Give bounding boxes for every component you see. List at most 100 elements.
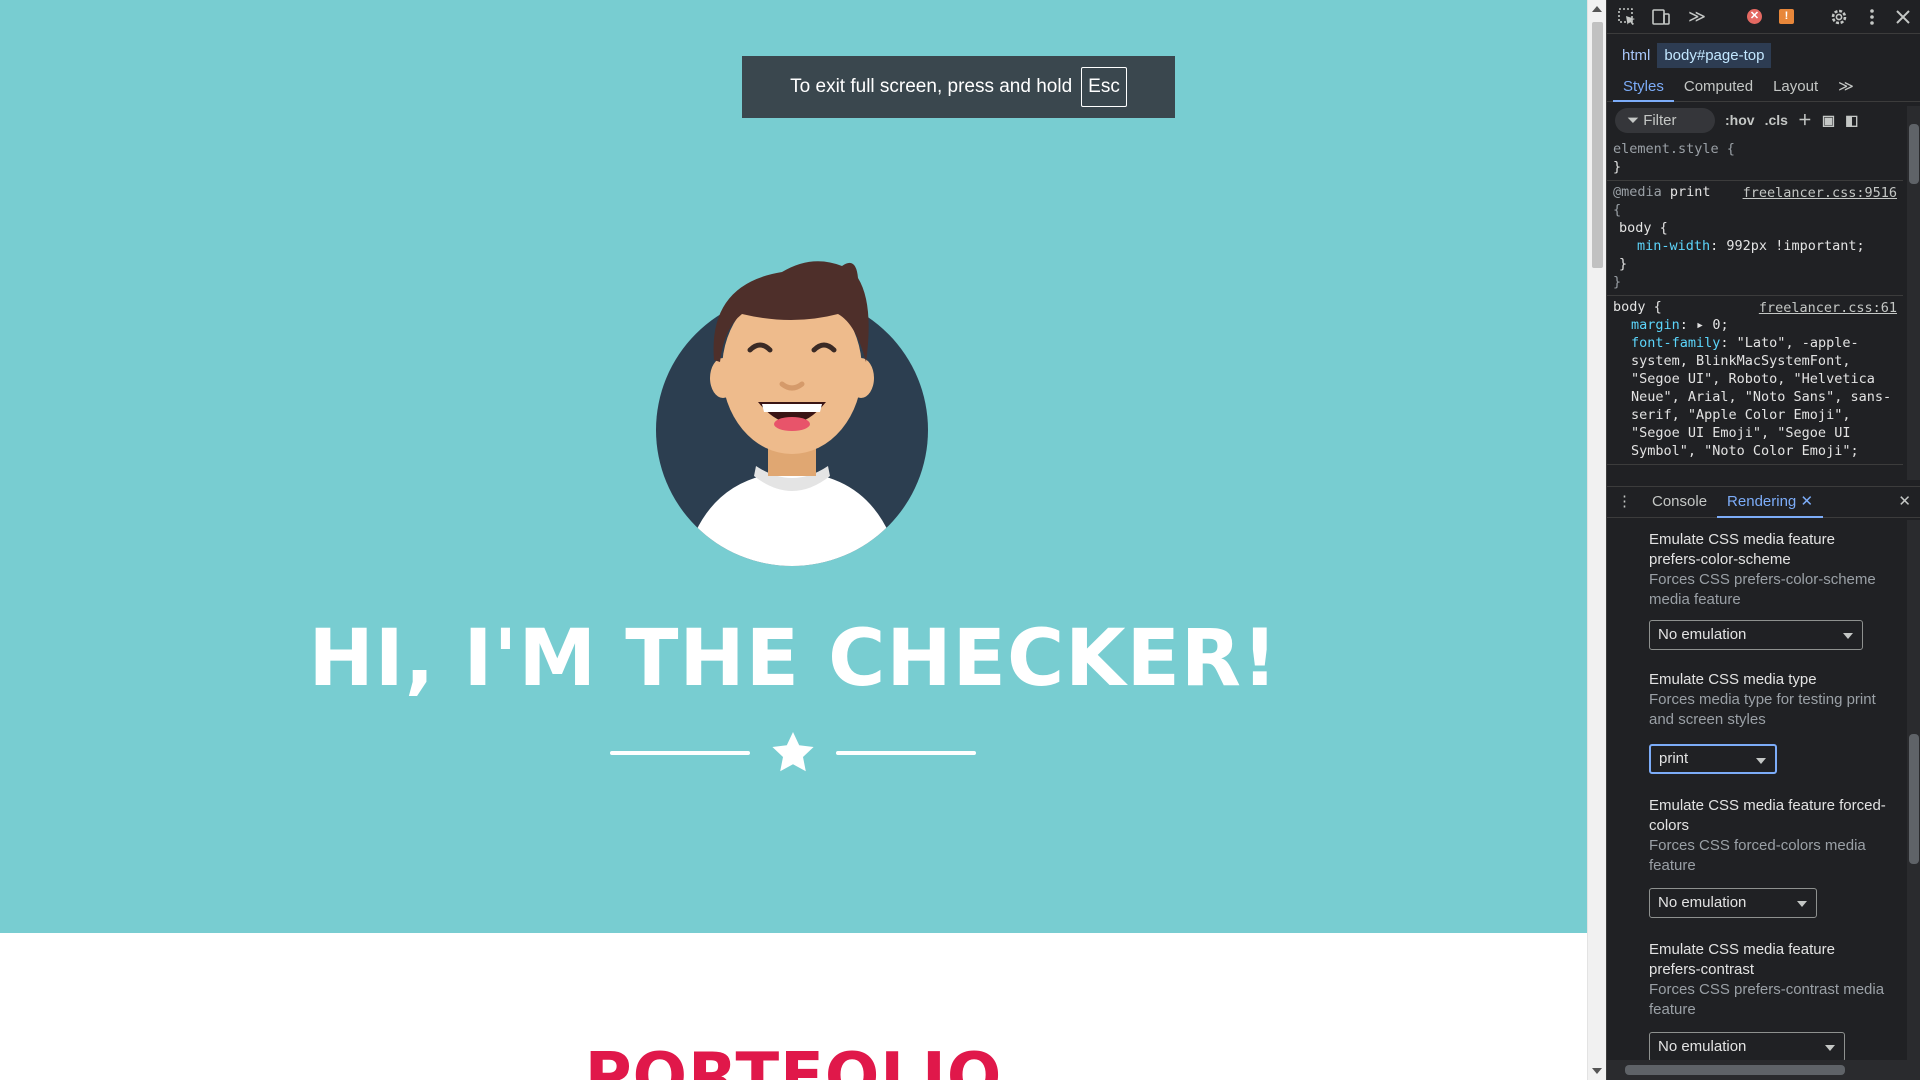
font-family-property[interactable]: font-family: [1631, 335, 1720, 351]
section-description: Forces CSS forced-colors media feature: [1649, 837, 1866, 874]
body-source-link[interactable]: freelancer.css:61: [1759, 299, 1897, 317]
media-open-brace: {: [1613, 202, 1622, 218]
device-toolbar-icon[interactable]: [1651, 7, 1671, 27]
section-title: Emulate CSS media feature forced-colors: [1649, 797, 1886, 834]
close-devtools-icon[interactable]: [1893, 7, 1913, 27]
prefers-contrast-select[interactable]: No emulation: [1649, 1032, 1845, 1062]
media-type-select[interactable]: print: [1649, 744, 1777, 774]
more-tabs-icon[interactable]: ≫: [1687, 7, 1707, 27]
section-description: Forces CSS prefers-color-scheme media fe…: [1649, 571, 1876, 608]
margin-value[interactable]: 0;: [1712, 317, 1728, 333]
close-tab-icon[interactable]: ✕: [1800, 493, 1813, 510]
star-divider: [610, 727, 976, 779]
forced-colors-section: Emulate CSS media feature forced-colors …: [1649, 796, 1889, 876]
media-print-rule[interactable]: @media print freelancer.css:9516 { body …: [1607, 181, 1903, 296]
filter-label: Filter: [1643, 111, 1677, 129]
media-close-brace: }: [1613, 274, 1622, 290]
body-rule[interactable]: body { freelancer.css:61 margin: ▸ 0; fo…: [1607, 296, 1903, 465]
tab-computed[interactable]: Computed: [1674, 72, 1763, 102]
chevron-down-icon: [1843, 633, 1853, 639]
elements-subtabs: Styles Computed Layout ≫: [1607, 72, 1920, 102]
warning-count-icon[interactable]: !: [1779, 9, 1794, 24]
media-source-link[interactable]: freelancer.css:9516: [1743, 184, 1897, 202]
section-description: Forces media type for testing print and …: [1649, 691, 1876, 728]
prefers-color-scheme-select[interactable]: No emulation: [1649, 620, 1863, 650]
page-viewport: To exit full screen, press and hold Esc …: [0, 0, 1587, 1080]
section-title: Emulate CSS media feature prefers-color-…: [1649, 531, 1835, 568]
chevron-down-icon: [1797, 901, 1807, 907]
filter-input[interactable]: ⏷ Filter: [1615, 107, 1715, 133]
horizontal-scrollbar[interactable]: [1607, 1060, 1920, 1080]
fullscreen-notice: To exit full screen, press and hold Esc: [742, 56, 1175, 118]
scroll-up-arrow-icon[interactable]: [1592, 6, 1602, 12]
media-body-selector: body {: [1619, 220, 1668, 236]
select-value: No emulation: [1658, 1038, 1747, 1055]
prefers-contrast-section: Emulate CSS media feature prefers-contra…: [1649, 940, 1889, 1020]
element-breadcrumb: html body#page-top: [1607, 40, 1772, 70]
hov-toggle[interactable]: :hov: [1725, 112, 1755, 128]
fullscreen-notice-text: To exit full screen, press and hold: [790, 76, 1073, 97]
margin-property[interactable]: margin: [1631, 317, 1680, 333]
tab-layout[interactable]: Layout: [1763, 72, 1828, 102]
element-style-rule[interactable]: element.style { }: [1607, 138, 1903, 181]
kebab-menu-icon[interactable]: [1862, 7, 1882, 27]
devtools-panel: ≫ ✕ ! html body#page-top Styles Computed…: [1606, 0, 1920, 1080]
styles-scrollbar-thumb[interactable]: [1909, 124, 1919, 184]
tab-rendering[interactable]: Rendering ✕: [1717, 486, 1824, 518]
devtools-toolbar: ≫ ✕ !: [1607, 0, 1920, 34]
media-type-section: Emulate CSS media type Forces media type…: [1649, 670, 1889, 730]
select-value: print: [1659, 750, 1689, 767]
rendering-panel: Emulate CSS media feature prefers-color-…: [1607, 520, 1907, 1068]
breadcrumb-html[interactable]: html: [1615, 43, 1657, 68]
styles-filter-bar: ⏷ Filter :hov .cls ＋ ▣ ◧: [1607, 106, 1907, 134]
inspect-element-icon[interactable]: [1617, 7, 1637, 27]
toggle-sidebar-icon[interactable]: ◧: [1845, 112, 1858, 129]
rendering-scrollbar-thumb[interactable]: [1909, 734, 1919, 864]
page-scrollbar[interactable]: [1587, 0, 1606, 1080]
expand-triangle-icon[interactable]: ▸: [1696, 317, 1704, 333]
error-count-icon[interactable]: ✕: [1747, 9, 1762, 24]
select-value: No emulation: [1658, 894, 1747, 911]
star-icon: [772, 732, 814, 772]
paint-icon[interactable]: ▣: [1822, 112, 1835, 129]
drawer-tabbar: ⋮ Console Rendering ✕ ✕: [1607, 486, 1920, 518]
settings-icon[interactable]: [1829, 7, 1849, 27]
section-description: Forces CSS prefers-contrast media featur…: [1649, 981, 1885, 1018]
styles-scrollbar[interactable]: [1907, 106, 1920, 480]
filter-icon: ⏷: [1627, 111, 1640, 129]
divider-line-right: [836, 751, 976, 755]
media-type: print: [1669, 184, 1711, 200]
media-at-keyword: @media: [1613, 184, 1662, 200]
section-title: Emulate CSS media type: [1649, 671, 1817, 688]
styles-pane: element.style { } @media print freelance…: [1607, 138, 1903, 482]
media-body-close: }: [1619, 256, 1628, 272]
portfolio-heading: PORTFOLIO: [584, 1040, 1003, 1080]
select-value: No emulation: [1658, 626, 1747, 643]
more-subtabs-icon[interactable]: ≫: [1828, 72, 1864, 102]
tab-styles[interactable]: Styles: [1613, 72, 1674, 102]
element-style-selector: element.style {: [1613, 141, 1735, 157]
hero-title: HI, I'M THE CHECKER!: [308, 614, 1279, 704]
section-title: Emulate CSS media feature prefers-contra…: [1649, 941, 1835, 978]
horizontal-scrollbar-thumb[interactable]: [1625, 1065, 1845, 1075]
page-scrollbar-thumb[interactable]: [1592, 22, 1603, 268]
font-family-value[interactable]: "Lato", -apple-system, BlinkMacSystemFon…: [1631, 335, 1891, 459]
tab-console[interactable]: Console: [1642, 486, 1717, 518]
new-rule-icon[interactable]: ＋: [1798, 110, 1812, 130]
drawer-menu-icon[interactable]: ⋮: [1607, 486, 1642, 518]
prefers-color-scheme-section: Emulate CSS media feature prefers-color-…: [1649, 530, 1889, 610]
breadcrumb-body[interactable]: body#page-top: [1657, 42, 1772, 68]
avatar: [656, 261, 928, 566]
close-drawer-icon[interactable]: ✕: [1888, 486, 1920, 518]
chevron-down-icon: [1825, 1045, 1835, 1051]
rendering-scrollbar[interactable]: [1907, 520, 1920, 1060]
min-width-property[interactable]: min-width: [1637, 238, 1710, 254]
scroll-down-arrow-icon[interactable]: [1592, 1068, 1602, 1074]
forced-colors-select[interactable]: No emulation: [1649, 888, 1817, 918]
esc-key-label: Esc: [1081, 67, 1127, 107]
masthead: To exit full screen, press and hold Esc …: [0, 0, 1587, 933]
divider-line-left: [610, 751, 750, 755]
chevron-down-icon: [1756, 758, 1766, 764]
cls-toggle[interactable]: .cls: [1765, 112, 1788, 128]
min-width-value[interactable]: 992px !important;: [1726, 238, 1864, 254]
